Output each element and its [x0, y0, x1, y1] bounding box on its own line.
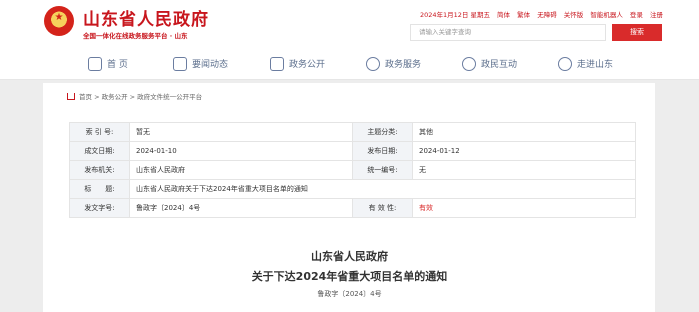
nav-home[interactable]: 首 页: [88, 56, 128, 74]
nav-shandong[interactable]: 走进山东: [558, 56, 613, 74]
nav-services[interactable]: 政务服务: [366, 56, 421, 74]
document-number: 鲁政字〔2024〕4号: [317, 290, 382, 298]
link-traditional[interactable]: 繁体: [517, 11, 530, 19]
site-subtitle: 全国一体化在线政务服务平台 · 山东: [83, 32, 188, 40]
validity-value: 有效: [412, 198, 636, 218]
link-accessibility[interactable]: 无障碍: [537, 11, 557, 19]
date-text: 2024年1月12日 星期五: [419, 11, 490, 19]
nav-interaction[interactable]: 政民互动: [462, 56, 517, 74]
published-date-value: 2024-01-12: [412, 141, 636, 161]
link-simplified[interactable]: 简体: [497, 11, 510, 19]
category-label: 主题分类:: [352, 122, 413, 142]
index-value: 暂无: [129, 122, 353, 142]
written-date-value: 2024-01-10: [129, 141, 353, 161]
people-icon: [462, 56, 476, 71]
link-register[interactable]: 注册: [650, 11, 663, 19]
index-label: 索 引 号:: [69, 122, 130, 142]
link-login[interactable]: 登录: [630, 11, 643, 19]
main-nav: 首 页 要闻动态 政务公开 政务服务 政民互动 走进山东: [0, 50, 699, 80]
national-emblem-icon: ★: [44, 6, 74, 36]
site-title[interactable]: 山东省人民政府: [83, 5, 209, 30]
location-icon: [558, 56, 572, 71]
title-value: 山东省人民政府关于下达2024年省重大项目名单的通知: [129, 179, 636, 199]
home-icon: [67, 93, 75, 100]
nav-news[interactable]: 要闻动态: [173, 56, 228, 74]
title-label: 标 题:: [69, 179, 130, 199]
doc-number-value: 鲁政字〔2024〕4号: [129, 198, 353, 218]
book-icon: [173, 56, 187, 71]
link-robot[interactable]: 智能机器人: [590, 11, 623, 19]
site-header: ★ 山东省人民政府 全国一体化在线政务服务平台 · 山东 2024年1月12日 …: [0, 0, 699, 50]
search-input[interactable]: 请输入关键字查询: [410, 24, 606, 41]
document-info-table: 索 引 号: 暂无 主题分类: 其他 成文日期: 2024-01-10 发布日期…: [69, 122, 636, 218]
issuer-label: 发布机关:: [69, 160, 130, 180]
search-button[interactable]: 搜索: [612, 24, 662, 41]
heart-icon: [366, 56, 380, 71]
doc-number-label: 发文字号:: [69, 198, 130, 218]
category-value: 其他: [412, 122, 636, 142]
document-title-line2: 关于下达2024年省重大项目名单的通知: [251, 270, 448, 283]
top-links: 2024年1月12日 星期五 简体 繁体 无障碍 关怀版 智能机器人 登录 注册: [415, 9, 663, 19]
document-icon: [270, 56, 284, 71]
document-title-line1: 山东省人民政府: [311, 250, 388, 263]
validity-label: 有 效 性:: [352, 198, 413, 218]
unified-number-value: 无: [412, 160, 636, 180]
breadcrumb[interactable]: 首页 > 政务公开 > 政府文件统一公开平台: [67, 91, 202, 101]
home-icon: [88, 56, 102, 71]
link-care-mode[interactable]: 关怀版: [564, 11, 584, 19]
unified-number-label: 统一编号:: [352, 160, 413, 180]
issuer-value: 山东省人民政府: [129, 160, 353, 180]
written-date-label: 成文日期:: [69, 141, 130, 161]
nav-gov-affairs[interactable]: 政务公开: [270, 56, 325, 74]
published-date-label: 发布日期:: [352, 141, 413, 161]
